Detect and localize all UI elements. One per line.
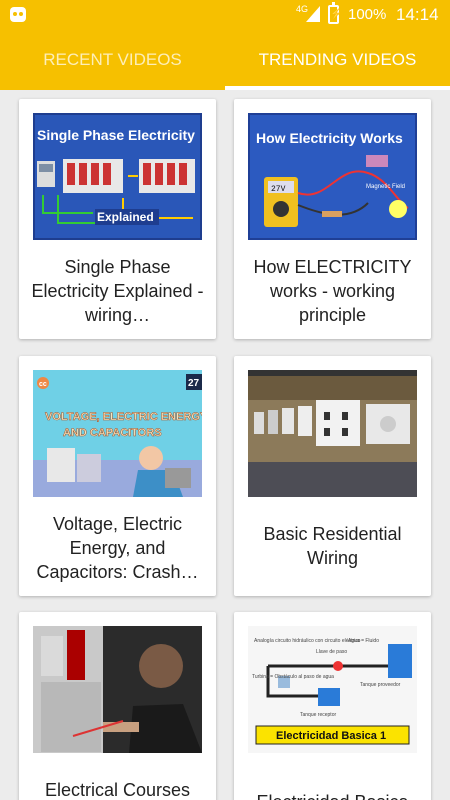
video-thumbnail: Analogía circuito hidráulico con circuit…: [248, 626, 417, 753]
tab-recent-videos[interactable]: RECENT VIDEOS: [0, 30, 225, 90]
battery-percent: 100%: [348, 6, 387, 23]
thumb-label-water: Agua = Fluido: [348, 638, 379, 644]
thumb-caption-text: Magnetic Field: [366, 184, 405, 190]
thumb-label-tank-provider: Tanque proveedor: [360, 682, 401, 688]
thumb-label-valve: Llave de paso: [316, 649, 347, 655]
video-thumbnail: [248, 370, 417, 497]
channel-logo: cc: [39, 381, 47, 388]
thumb-title-text: Electricidad Basica 1: [276, 730, 386, 742]
thumb-subtitle-text: Explained: [97, 210, 154, 224]
video-card[interactable]: How Electricity Works 27V Magnetic Field…: [234, 99, 431, 339]
video-title: Voltage, Electric Energy, and Capacitors…: [36, 514, 199, 582]
tab-trending-videos[interactable]: TRENDING VIDEOS: [225, 30, 450, 90]
signal-icon: [306, 6, 320, 22]
video-card[interactable]: Basic Residential Wiring: [234, 356, 431, 596]
video-card[interactable]: Electrical Courses Available at: [19, 612, 216, 800]
episode-number: 27: [188, 378, 200, 389]
thumb-label-turbine: Turbina = Obstáculo al paso de agua: [252, 674, 334, 680]
video-thumbnail: [33, 626, 202, 753]
tab-bar: RECENT VIDEOS TRENDING VIDEOS: [0, 30, 450, 90]
thumb-title-text: How Electricity Works: [256, 130, 403, 146]
video-card[interactable]: Analogía circuito hidráulico con circuit…: [234, 612, 431, 800]
video-title: Single Phase Electricity Explained - wir…: [31, 257, 204, 325]
app-icon: [10, 7, 26, 22]
thumb-label-tank-receiver: Tanque receptor: [300, 712, 336, 718]
video-card[interactable]: Single Phase Electricity Explained Singl…: [19, 99, 216, 339]
battery-charging-icon: ⚡: [328, 2, 342, 24]
thumb-title-text: VOLTAGE, ELECTRIC ENERGY,: [45, 411, 202, 423]
status-bar: 4G ⚡ 100% 14:14: [0, 0, 450, 30]
video-thumbnail: cc 27 VOLTAGE, ELECTRIC ENERGY, AND CAPA…: [33, 370, 202, 497]
thumb-caption-text: Analogía circuito hidráulico con circuit…: [254, 638, 361, 644]
thumb-title-text-2: AND CAPACITORS: [63, 427, 162, 439]
video-title: How ELECTRICITY works - working principl…: [253, 257, 412, 325]
video-thumbnail: Single Phase Electricity Explained: [33, 113, 202, 240]
video-title: Basic Residential Wiring: [263, 524, 402, 568]
video-title: Electricidad Basica: [242, 790, 423, 800]
meter-readout: 27V: [271, 185, 286, 194]
thumb-title-text: Single Phase Electricity: [37, 127, 195, 143]
video-card[interactable]: cc 27 VOLTAGE, ELECTRIC ENERGY, AND CAPA…: [19, 356, 216, 596]
video-thumbnail: How Electricity Works 27V Magnetic Field: [248, 113, 417, 240]
clock: 14:14: [396, 5, 439, 24]
video-title: Electrical Courses Available at: [44, 780, 191, 800]
